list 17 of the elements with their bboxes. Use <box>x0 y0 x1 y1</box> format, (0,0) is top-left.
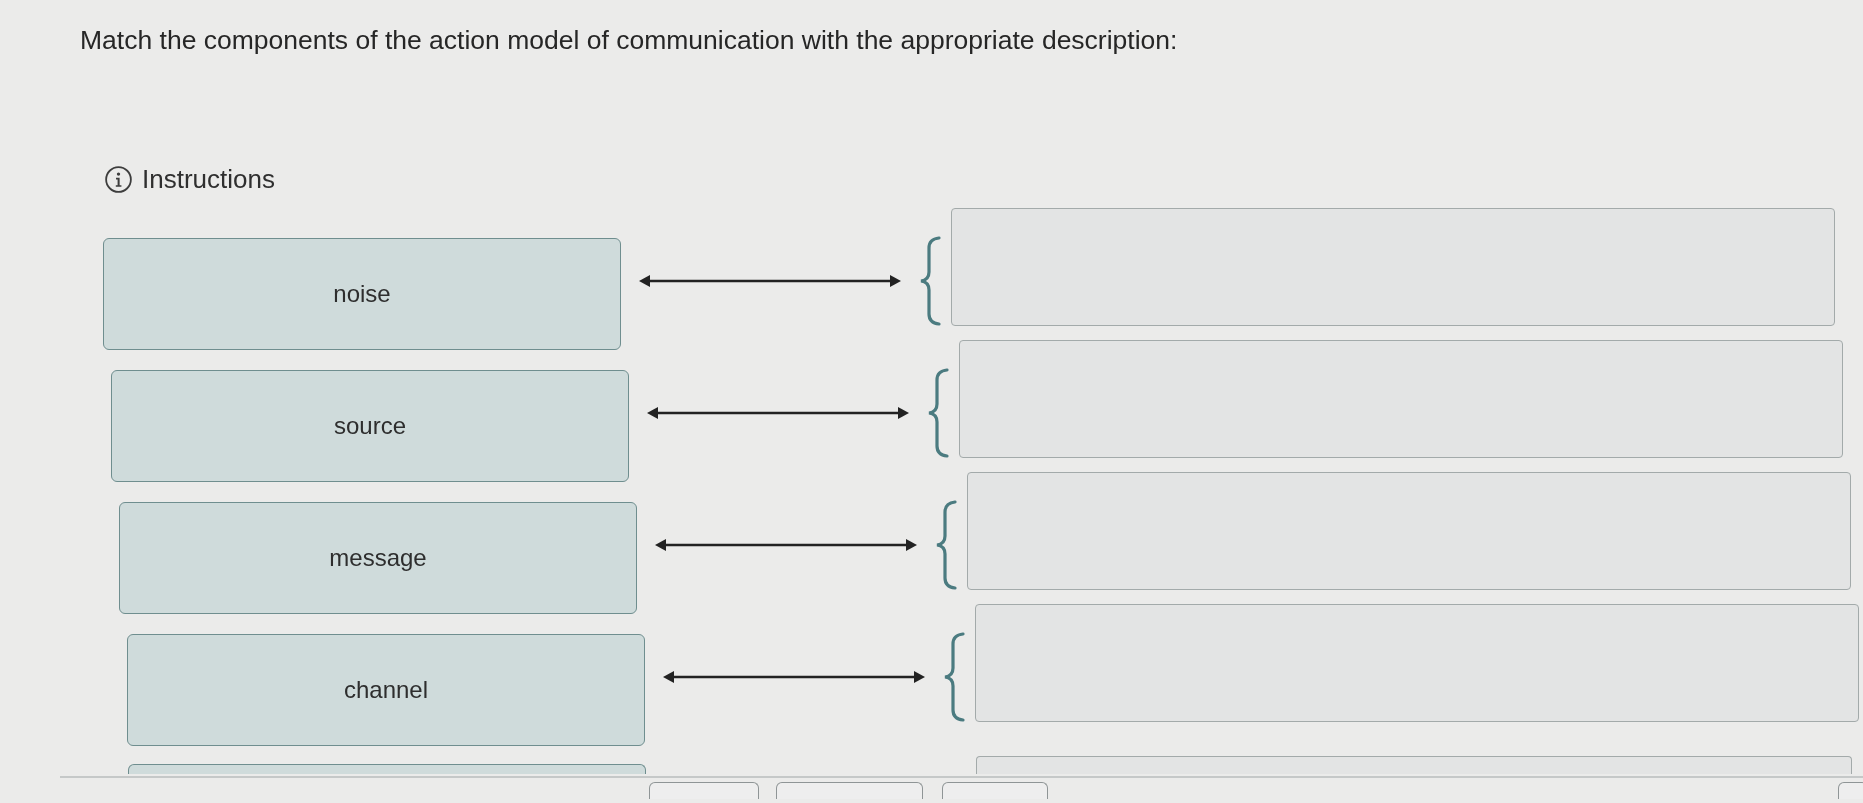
curly-brace-icon <box>919 236 941 326</box>
partial-answer-box[interactable] <box>976 756 1852 774</box>
term-card[interactable]: message <box>119 502 637 614</box>
curly-brace-icon <box>943 632 965 722</box>
curly-brace-icon <box>927 368 949 458</box>
info-icon <box>105 165 132 193</box>
partial-button[interactable] <box>942 782 1048 799</box>
partial-button[interactable] <box>776 782 923 799</box>
term-card[interactable]: source <box>111 370 629 482</box>
question-text: Match the components of the action model of communication with the appropriate description: <box>80 24 1178 56</box>
term-card[interactable]: noise <box>103 238 621 350</box>
partial-button[interactable] <box>649 782 759 799</box>
term-card[interactable]: channel <box>127 634 645 746</box>
instructions-link[interactable]: Instructions <box>80 164 275 194</box>
partial-button[interactable] <box>1838 782 1863 799</box>
partial-term-card[interactable] <box>128 764 646 774</box>
curly-brace-icon <box>935 500 957 590</box>
